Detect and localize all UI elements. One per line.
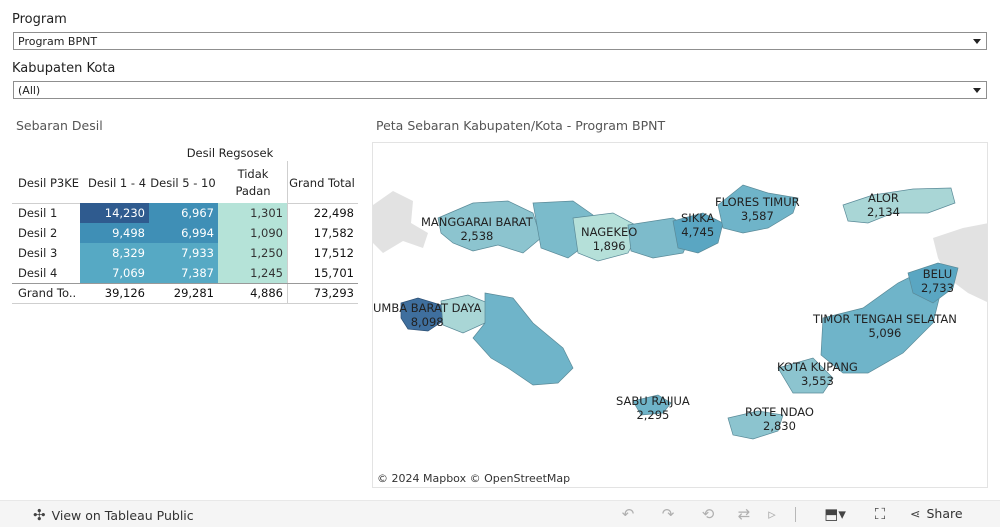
map-title: Peta Sebaran Kabupaten/Kota - Program BP… <box>376 118 666 133</box>
table-cell[interactable]: 7,933 <box>149 243 218 263</box>
download-icon[interactable]: ⬒▾ <box>818 505 852 523</box>
revert-icon[interactable]: ⟲ <box>698 505 718 523</box>
table-cell: 22,498 <box>313 206 354 220</box>
column-header: Desil 1 - 4 <box>87 175 147 190</box>
program-dropdown[interactable]: Program BPNT <box>13 32 987 50</box>
program-filter-label: Program <box>12 12 67 27</box>
desil-crosstab: Desil Regsosek Desil P3KE Desil 1 - 4 De… <box>12 143 358 305</box>
map-label-alor: ALOR 2,134 <box>867 191 900 219</box>
column-header: Grand Total <box>289 175 355 190</box>
table-cell[interactable]: 7,069 <box>80 263 149 283</box>
table-cell[interactable]: 1,245 <box>218 263 287 283</box>
refresh-icon[interactable]: ⇄ <box>734 505 754 523</box>
map-label-belu: BELU 2,733 <box>921 267 954 295</box>
pause-icon[interactable]: ▹ <box>762 505 782 523</box>
kabupaten-dropdown-value: (All) <box>18 84 41 97</box>
table-cell: 29,281 <box>173 286 214 300</box>
program-dropdown-value: Program BPNT <box>18 35 98 48</box>
map-label-timor-tengah-selatan: TIMOR TENGAH SELATAN 5,096 <box>813 312 957 340</box>
table-cell: 39,126 <box>104 286 145 300</box>
kabupaten-filter-label: Kabupaten Kota <box>12 61 116 76</box>
tableau-toolbar: ✣ View on Tableau Public ↶ ↷ ⟲ ⇄ ▹ ⬒▾ ⛶ … <box>0 500 1000 527</box>
column-header: Desil 5 - 10 <box>150 175 216 190</box>
table-cell: 17,512 <box>313 246 354 260</box>
map-label-sabu-raijua: SABU RAIJUA 2,295 <box>616 394 690 422</box>
group-header: Desil Regsosek <box>186 146 274 160</box>
table-cell[interactable]: 14,230 <box>80 203 149 223</box>
table-cell[interactable]: 8,329 <box>80 243 149 263</box>
row-label-desil-4: Desil 4 <box>18 266 58 280</box>
table-cell[interactable]: 6,967 <box>149 203 218 223</box>
view-on-tableau-public-link[interactable]: ✣ View on Tableau Public <box>33 506 194 524</box>
table-cell: 15,701 <box>313 266 354 280</box>
tableau-logo-icon: ✣ <box>33 506 46 524</box>
fullscreen-icon[interactable]: ⛶ <box>870 505 890 523</box>
table-cell[interactable]: 1,250 <box>218 243 287 263</box>
row-label-desil-2: Desil 2 <box>18 226 58 240</box>
table-cell[interactable]: 1,090 <box>218 223 287 243</box>
table-cell: 73,293 <box>313 286 354 300</box>
table-cell[interactable]: 7,387 <box>149 263 218 283</box>
row-label-desil-1: Desil 1 <box>18 206 58 220</box>
map-label-flores-timur: FLORES TIMUR 3,587 <box>715 195 800 223</box>
undo-icon[interactable]: ↶ <box>618 505 638 523</box>
row-label-grand-total: Grand To.. <box>18 286 77 300</box>
crosstab-title: Sebaran Desil <box>16 118 103 133</box>
chevron-down-icon <box>973 39 981 44</box>
share-label: Share <box>926 506 963 521</box>
map-label-manggarai-barat: MANGGARAI BARAT 2,538 <box>421 215 533 243</box>
table-cell[interactable]: 6,994 <box>149 223 218 243</box>
share-button[interactable]: ⋖ Share <box>910 506 963 521</box>
share-icon: ⋖ <box>910 506 921 521</box>
row-header: Desil P3KE <box>18 175 80 190</box>
table-cell: 4,886 <box>250 286 283 300</box>
map-label-rote-ndao: ROTE NDAO 2,830 <box>745 405 814 433</box>
column-header: Tidak Padan <box>235 167 271 198</box>
background-landmass <box>373 191 428 253</box>
view-on-tableau-label: View on Tableau Public <box>51 507 194 523</box>
table-cell[interactable]: 9,498 <box>80 223 149 243</box>
region-sumba-timur <box>472 292 574 386</box>
table-cell[interactable]: 1,301 <box>218 203 287 223</box>
chevron-down-icon <box>973 88 981 93</box>
map-label-sumba-barat-daya: UMBA BARAT DAYA 8,098 <box>373 301 482 329</box>
map-attribution[interactable]: © 2024 Mapbox © OpenStreetMap <box>377 472 570 485</box>
kabupaten-dropdown[interactable]: (All) <box>13 81 987 99</box>
map-label-nagekeo: NAGEKEO 1,896 <box>581 225 638 253</box>
map-label-sikka: SIKKA 4,745 <box>681 211 715 239</box>
redo-icon[interactable]: ↷ <box>658 505 678 523</box>
row-label-desil-3: Desil 3 <box>18 246 58 260</box>
map-label-kota-kupang: KOTA KUPANG 3,553 <box>777 360 858 388</box>
region-map[interactable]: MANGGARAI BARAT 2,538 NAGEKEO 1,896 SIKKA 4… <box>372 142 988 488</box>
table-cell: 17,582 <box>313 226 354 240</box>
